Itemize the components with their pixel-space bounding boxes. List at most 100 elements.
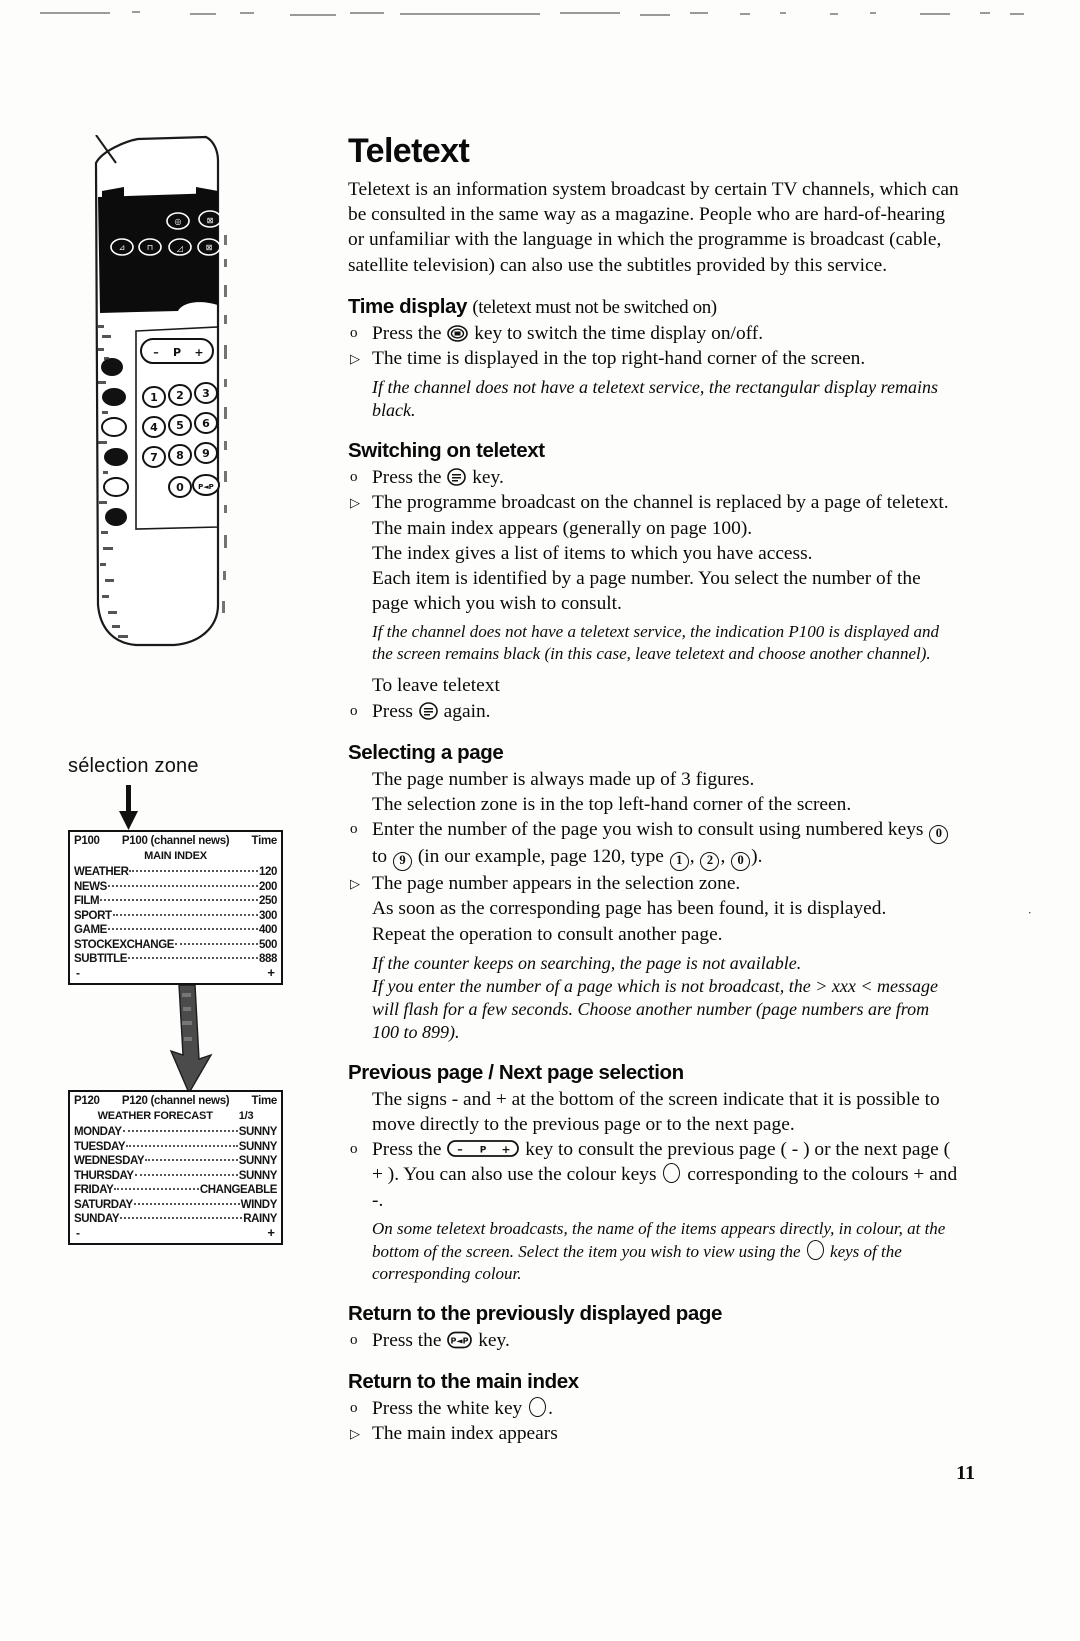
previous-page-key-icon: P◄P xyxy=(447,1331,473,1349)
footer-previous-marker: - xyxy=(76,965,80,980)
item-text-pre: Press the xyxy=(372,1139,442,1161)
margin-dot: · xyxy=(1027,905,1032,920)
item-text-post: (in our example, page 120, type xyxy=(417,846,664,868)
bullet-circle-icon: o xyxy=(350,1331,358,1348)
header-time: Time xyxy=(251,1095,278,1107)
text-column: Teletext Teletext is an information syst… xyxy=(348,132,960,1446)
teletext-title: MAIN INDEX xyxy=(144,850,207,862)
bullet-circle-icon: o xyxy=(350,324,358,341)
item-text: The programme broadcast on the channel i… xyxy=(372,492,949,539)
intro-paragraph: Teletext is an information system broadc… xyxy=(348,179,959,276)
svg-text:4: 4 xyxy=(150,421,158,434)
switching-on-detail-2: Each item is identified by a page number… xyxy=(372,568,921,615)
item-text-pre: Press the xyxy=(372,467,442,489)
list-item: o Press again. xyxy=(348,699,960,724)
selecting-page-list: o Enter the number of the page you wish … xyxy=(348,817,960,896)
list-item: ▷ The page number appears in the selecti… xyxy=(348,871,960,896)
table-row: SUBTITLE 888 xyxy=(74,952,277,965)
return-index-list: o Press the white key . ▷ The main index… xyxy=(348,1396,960,1446)
svg-text:–: – xyxy=(458,1143,464,1156)
svg-text:5: 5 xyxy=(176,419,184,432)
numeric-key-2-icon: 2 xyxy=(700,852,720,872)
selecting-page-note-1: If the counter keeps on searching, the p… xyxy=(372,952,802,973)
bullet-circle-icon: o xyxy=(350,469,358,486)
svg-text:P◄P: P◄P xyxy=(198,483,214,491)
row-name: MONDAY xyxy=(74,1126,122,1138)
row-value: SUNNY xyxy=(238,1126,278,1138)
row-name: SPORT xyxy=(74,909,112,922)
row-value: 200 xyxy=(259,880,277,893)
bullet-circle-icon: o xyxy=(350,1400,358,1417)
leader-dots xyxy=(133,1195,240,1205)
prev-next-note: On some teletext broadcasts, the name of… xyxy=(348,1218,960,1285)
bullet-triangle-icon: ▷ xyxy=(350,351,360,367)
return-previous-list: o Press the P◄P key. xyxy=(348,1328,960,1353)
svg-text:+: + xyxy=(194,346,203,359)
numeric-key-1-icon: 1 xyxy=(669,852,689,872)
svg-text:⊿: ⊿ xyxy=(119,243,126,252)
leave-teletext-list: o Press again. xyxy=(348,699,960,724)
switching-on-note: If the channel does not have a teletext … xyxy=(372,622,939,664)
heading-selecting-page: Selecting a page xyxy=(348,740,504,764)
time-key-icon xyxy=(447,325,469,342)
teletext-title: WEATHER FORECAST xyxy=(97,1110,213,1122)
item-text-post: . xyxy=(548,1398,553,1420)
leader-dots xyxy=(114,1180,199,1190)
row-value: 400 xyxy=(259,924,277,936)
teletext-title-row: WEATHER FORECAST 1/3 xyxy=(74,1110,277,1122)
row-value: SUNNY xyxy=(238,1169,278,1182)
heading-time-display: Time display (teletext must not be switc… xyxy=(348,295,960,319)
teletext-screen-weather: P120 P120 (channel news) Time WEATHER FO… xyxy=(68,1090,283,1245)
selecting-page-line-1: The page number is always made up of 3 f… xyxy=(372,768,755,790)
row-name: FRIDAY xyxy=(74,1184,114,1196)
heading-note: (teletext must not be switched on) xyxy=(472,296,717,318)
svg-text:7: 7 xyxy=(150,451,158,464)
list-item: o Enter the number of the page you wish … xyxy=(348,817,960,872)
switching-on-detail-1: The index gives a list of items to which… xyxy=(372,542,813,564)
item-text-pre: Press the xyxy=(372,322,442,344)
item-text-post: key. xyxy=(478,1329,510,1351)
switching-on-list: o Press the key. ▷ The programme broadca… xyxy=(348,465,960,541)
white-colour-key-icon xyxy=(529,1397,547,1418)
table-row: SUNDAY RAINY xyxy=(74,1212,277,1225)
bullet-circle-icon: o xyxy=(350,1141,358,1158)
item-text: The main index appears xyxy=(372,1423,558,1445)
numeric-key-9-icon: 9 xyxy=(392,852,412,872)
row-value: 500 xyxy=(259,938,277,951)
transition-arrow xyxy=(165,984,217,1100)
item-text-post: again. xyxy=(443,700,491,722)
item-text-pre: Press xyxy=(372,700,413,722)
selecting-page-line-2: The selection zone is in the top left-ha… xyxy=(372,794,852,816)
row-value: RAINY xyxy=(243,1213,277,1225)
svg-text:0: 0 xyxy=(176,481,184,494)
leader-dots xyxy=(128,949,258,959)
list-item: o Press the key to switch the time displ… xyxy=(348,321,960,346)
item-text-pre: Press the white key xyxy=(372,1398,523,1420)
header-time: Time xyxy=(251,835,278,847)
header-page-left: P100 xyxy=(74,835,100,847)
list-item: o Press the white key . xyxy=(348,1396,960,1421)
leader-dots xyxy=(129,862,258,872)
heading-prev-next: Previous page / Next page selection xyxy=(348,1060,684,1084)
list-item: o Press the key. xyxy=(348,465,960,490)
leader-dots xyxy=(112,906,258,916)
leader-dots xyxy=(145,1151,238,1161)
selecting-page-note-2: If you enter the number of a page which … xyxy=(372,975,939,1042)
svg-text:⊓: ⊓ xyxy=(147,243,153,252)
teletext-row-list: WEATHER 120 NEWS 200 FILM 250 SPORT 300 … xyxy=(74,865,277,965)
item-text-pre: Enter the number of the page you wish to… xyxy=(372,819,924,841)
leader-dots xyxy=(122,1122,238,1132)
item-text-post: key to switch the time display on/off. xyxy=(474,322,764,344)
svg-text:P: P xyxy=(173,346,181,359)
item-text-pre: Press the xyxy=(372,1329,442,1351)
svg-text:8: 8 xyxy=(176,449,184,462)
list-item: ▷ The main index appears xyxy=(348,1421,960,1446)
selection-zone-caption: sélection zone xyxy=(68,755,199,777)
row-value: WINDY xyxy=(240,1198,278,1211)
svg-text:+: + xyxy=(502,1143,511,1156)
item-text-mid: to xyxy=(372,846,388,868)
teletext-subpage: 1/3 xyxy=(238,1110,254,1122)
header-channel: P120 (channel news) xyxy=(121,1095,230,1107)
svg-text:◎: ◎ xyxy=(175,217,182,226)
teletext-header: P100 P100 (channel news) Time xyxy=(74,835,277,848)
